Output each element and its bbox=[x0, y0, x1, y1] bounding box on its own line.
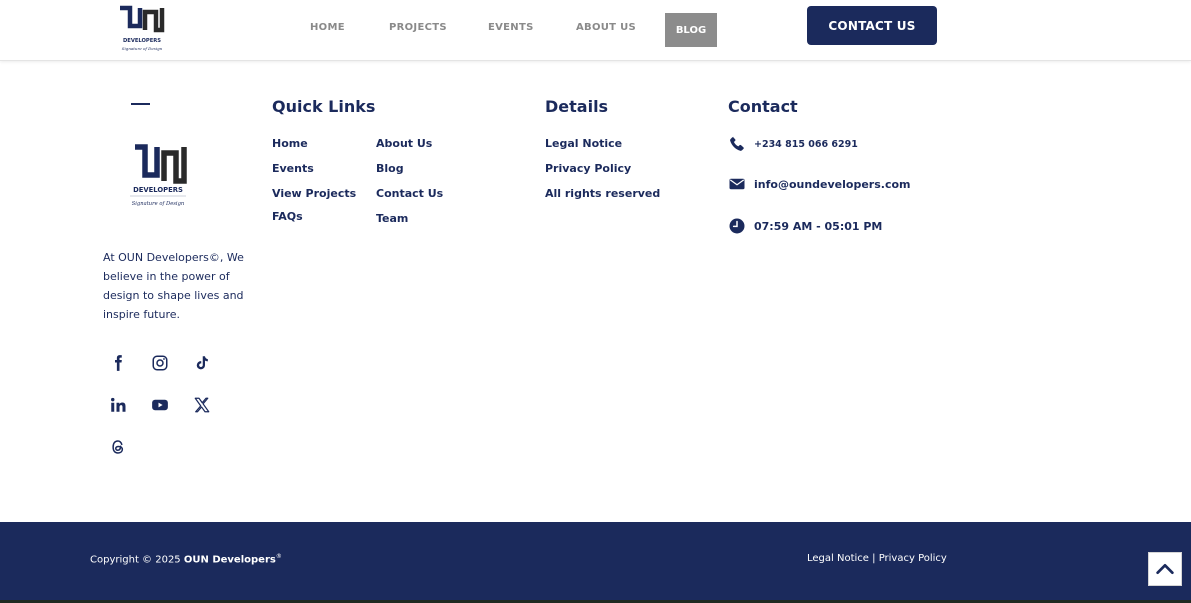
nav-about-us[interactable]: ABOUT US bbox=[576, 22, 636, 33]
footer-link-about-us[interactable]: About Us bbox=[376, 137, 432, 150]
copyright-prefix: Copyright © 2025 bbox=[90, 554, 181, 566]
instagram-icon bbox=[152, 355, 168, 371]
oun-logo[interactable]: DEVELOPERS Signature of Design bbox=[112, 4, 172, 56]
youtube-link[interactable] bbox=[147, 392, 173, 418]
linkedin-icon bbox=[111, 397, 126, 412]
about-text: At OUN Developers©, We believe in the po… bbox=[103, 251, 244, 321]
bottom-privacy-policy[interactable]: Privacy Policy bbox=[879, 553, 947, 564]
footer-logo-word: DEVELOPERS bbox=[133, 186, 183, 194]
bottom-legal-notice[interactable]: Legal Notice bbox=[807, 553, 869, 564]
contact-hours: 07:59 AM - 05:01 PM bbox=[754, 219, 883, 233]
logo-word: DEVELOPERS bbox=[123, 38, 161, 44]
footer-link-team[interactable]: Team bbox=[376, 212, 408, 225]
footer-link-blog[interactable]: Blog bbox=[376, 162, 404, 175]
threads-link[interactable] bbox=[105, 434, 131, 460]
linkedin-link[interactable] bbox=[105, 392, 131, 418]
contact-hours-row: 07:59 AM - 05:01 PM bbox=[728, 217, 882, 235]
x-icon bbox=[194, 397, 210, 413]
footer-link-home[interactable]: Home bbox=[272, 137, 308, 150]
top-navigation-bar: DEVELOPERS Signature of Design HOME PROJ… bbox=[0, 0, 1191, 61]
facebook-icon bbox=[115, 355, 122, 371]
contact-email-row[interactable]: info@oundevelopers.com bbox=[728, 175, 910, 193]
details-title: Details bbox=[545, 97, 609, 116]
phone-icon bbox=[728, 135, 746, 153]
quick-links-title: Quick Links bbox=[272, 97, 376, 116]
facebook-link[interactable] bbox=[105, 350, 131, 376]
legal-separator: | bbox=[872, 553, 876, 564]
chevron-up-icon bbox=[1156, 563, 1174, 575]
nav-home[interactable]: HOME bbox=[310, 22, 345, 33]
footer-link-faqs[interactable]: FAQs bbox=[272, 210, 303, 223]
footer-link-contact-us[interactable]: Contact Us bbox=[376, 187, 443, 200]
copyright-company: OUN Developers bbox=[183, 554, 276, 566]
clock-icon bbox=[728, 217, 746, 235]
youtube-icon bbox=[152, 399, 168, 411]
legal-links: Legal Notice | Privacy Policy bbox=[807, 553, 947, 564]
registered-mark: ® bbox=[275, 553, 282, 560]
threads-icon bbox=[112, 440, 124, 454]
contact-phone: +234 815 066 6291 bbox=[754, 138, 858, 150]
copyright-text: Copyright © 2025 OUN Developers® bbox=[90, 553, 282, 565]
details-privacy-policy[interactable]: Privacy Policy bbox=[545, 162, 631, 175]
tiktok-link[interactable] bbox=[189, 350, 215, 376]
contact-email: info@oundevelopers.com bbox=[754, 177, 911, 191]
contact-us-button[interactable]: CONTACT US bbox=[807, 6, 937, 45]
details-legal-notice[interactable]: Legal Notice bbox=[545, 137, 622, 150]
nav-blog-active[interactable]: BLOG bbox=[665, 13, 717, 47]
x-link[interactable] bbox=[189, 392, 215, 418]
footer-link-events[interactable]: Events bbox=[272, 162, 314, 175]
contact-title: Contact bbox=[728, 97, 798, 116]
footer-logo-tagline: Signature of Design bbox=[132, 201, 185, 207]
instagram-link[interactable] bbox=[147, 350, 173, 376]
footer-link-view-projects[interactable]: View Projects bbox=[272, 187, 356, 200]
footer-logo[interactable]: DEVELOPERS Signature of Design bbox=[118, 141, 202, 213]
contact-phone-row[interactable]: +234 815 066 6291 bbox=[728, 135, 858, 153]
nav-events[interactable]: EVENTS bbox=[488, 22, 534, 33]
details-rights-reserved: All rights reserved bbox=[545, 187, 661, 200]
logo-tagline: Signature of Design bbox=[122, 46, 163, 51]
divider-dash bbox=[131, 103, 150, 105]
nav-projects[interactable]: PROJECTS bbox=[389, 22, 447, 33]
tiktok-icon bbox=[196, 356, 208, 370]
envelope-icon bbox=[728, 175, 746, 193]
scroll-to-top-button[interactable] bbox=[1148, 552, 1182, 586]
